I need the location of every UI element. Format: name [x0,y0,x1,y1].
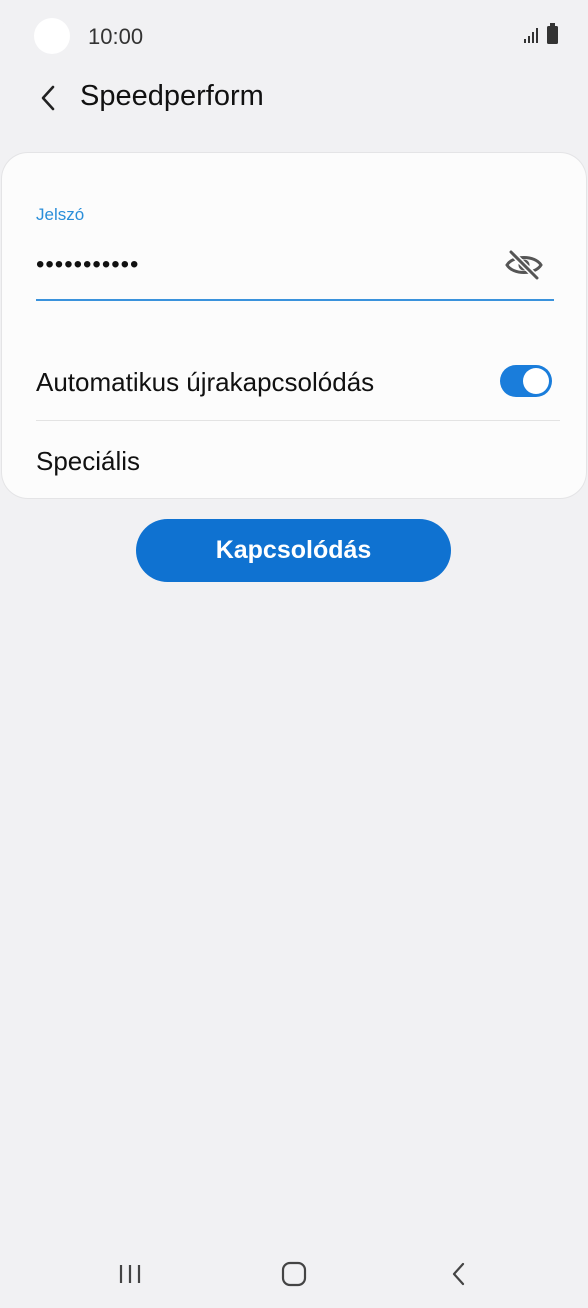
back-button[interactable] [28,78,68,118]
auto-reconnect-toggle[interactable] [500,365,552,397]
recent-apps-icon [119,1265,141,1283]
toggle-password-visibility-button[interactable] [504,247,544,283]
chevron-left-icon [41,85,55,111]
auto-reconnect-row[interactable]: Automatikus újrakapcsolódás [2,345,586,419]
phone-screen: 10:00 Speedperform Jelszó ••••••••••• Au… [0,0,588,1308]
connect-button[interactable]: Kapcsolódás [136,519,451,582]
status-time: 10:00 [88,24,144,49]
password-underline [36,299,554,301]
advanced-row[interactable]: Speciális [2,421,586,497]
eye-off-icon [505,249,543,281]
auto-reconnect-label: Automatikus újrakapcsolódás [36,367,375,397]
navigation-bar [0,1238,588,1308]
camera-cutout [34,18,70,54]
home-button[interactable] [269,1252,319,1296]
nav-back-button[interactable] [434,1252,484,1296]
toggle-knob [523,368,549,394]
signal-icon [524,28,538,43]
password-field[interactable]: ••••••••••• [36,233,554,299]
app-header: Speedperform [0,70,588,130]
password-value[interactable]: ••••••••••• [36,251,139,279]
home-icon [281,1261,307,1287]
page-title: Speedperform [80,80,264,112]
status-icons [523,23,558,44]
recent-apps-button[interactable] [105,1252,155,1296]
status-bar: 10:00 [0,0,588,70]
advanced-label: Speciális [36,446,141,476]
back-icon [452,1262,465,1286]
battery-icon [547,23,558,44]
wifi-settings-card: Jelszó ••••••••••• Automatikus újrakapcs… [2,153,586,498]
password-label: Jelszó [36,205,85,224]
